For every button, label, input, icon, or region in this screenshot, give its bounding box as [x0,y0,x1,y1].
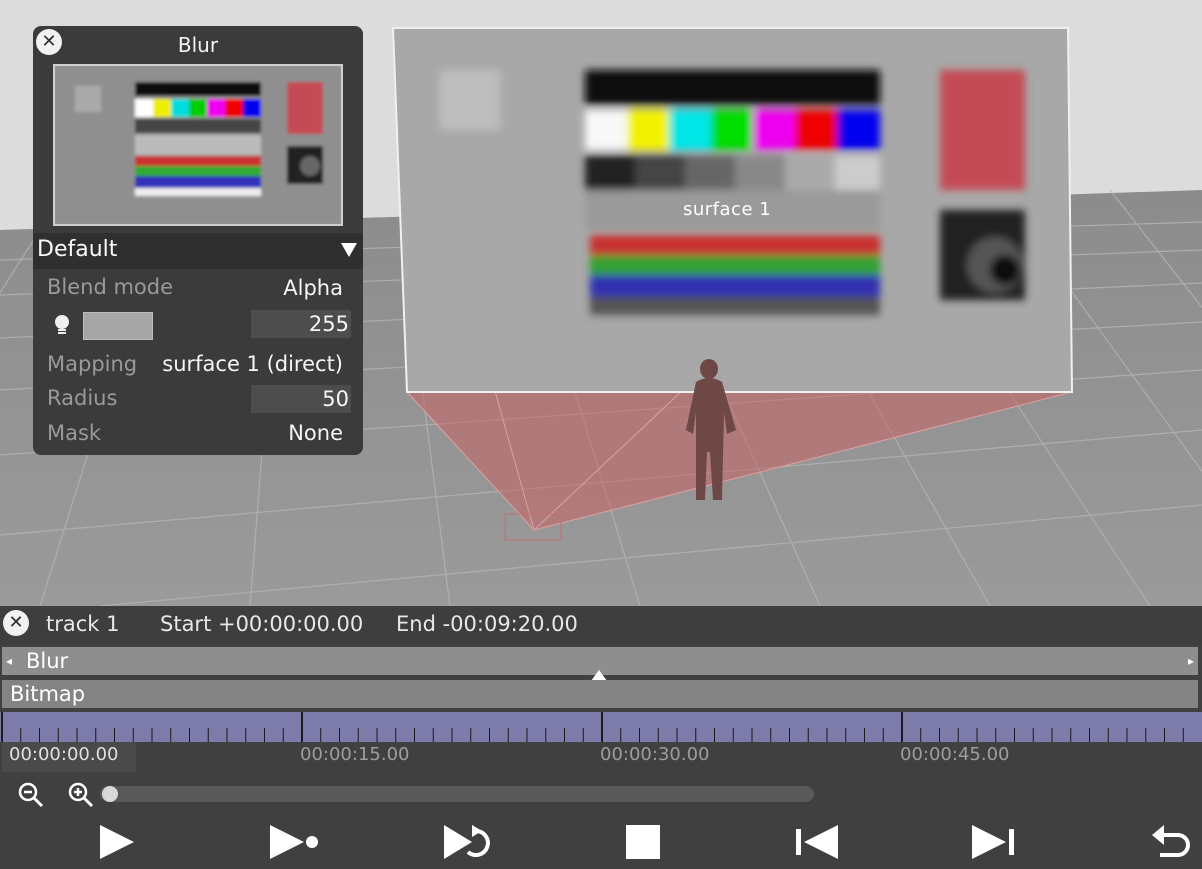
radius-label: Radius [47,386,118,410]
tick-label: 00:00:45.00 [900,744,1010,765]
opacity-field[interactable]: 255 [251,310,351,338]
layer-label: Blur [26,649,69,673]
track-header: ✕ track 1 Start +00:00:00.00 End -00:09:… [0,606,1202,644]
mask-select[interactable]: None [288,421,343,445]
zoom-out-icon[interactable] [18,782,44,808]
zoom-slider-knob[interactable] [102,786,118,802]
effect-preview [53,64,343,226]
next-icon[interactable] [970,819,1016,865]
preset-dropdown[interactable]: Default [33,233,363,269]
preset-label: Default [37,237,118,262]
timeline-panel: ✕ track 1 Start +00:00:00.00 End -00:09:… [0,606,1202,869]
layer-bitmap[interactable]: Bitmap [2,680,1198,708]
blend-mode-label: Blend mode [47,275,174,299]
track-end[interactable]: End -00:09:20.00 [396,612,578,636]
play-icon[interactable] [96,819,142,865]
mapping-select[interactable]: surface 1 (direct) [162,352,343,376]
track-name[interactable]: track 1 [46,612,119,636]
zoom-slider[interactable] [100,786,814,802]
mask-label: Mask [47,421,102,445]
blur-panel: ✕ Blur Default Blend mode Alpha 255 Mapp… [33,26,363,455]
tick-label: 00:00:00.00 [9,744,119,765]
layer-label: Bitmap [10,682,86,706]
zoom-in-icon[interactable] [68,782,94,808]
triangle-down-icon [341,243,357,257]
close-icon[interactable]: ✕ [3,610,29,636]
surface-label: surface 1 [683,199,772,220]
stop-icon[interactable] [624,819,670,865]
play-to-cue-icon[interactable] [268,819,322,865]
tick-label: 00:00:15.00 [300,744,410,765]
track-start[interactable]: Start +00:00:00.00 [160,612,363,636]
undo-icon[interactable] [1148,819,1194,865]
panel-title: Blur [177,33,219,57]
chevron-left-icon: ◂ [6,654,13,668]
previous-icon[interactable] [794,819,840,865]
blend-mode-select[interactable]: Alpha [283,276,343,300]
color-swatch[interactable] [83,312,153,340]
loop-icon[interactable] [442,819,494,865]
chevron-right-icon: ▸ [1187,654,1194,668]
tick-label: 00:00:30.00 [600,744,710,765]
radius-field[interactable]: 50 [251,385,351,413]
time-ruler[interactable] [0,712,1202,742]
mapping-label: Mapping [47,352,138,376]
lightbulb-icon[interactable] [53,314,71,338]
